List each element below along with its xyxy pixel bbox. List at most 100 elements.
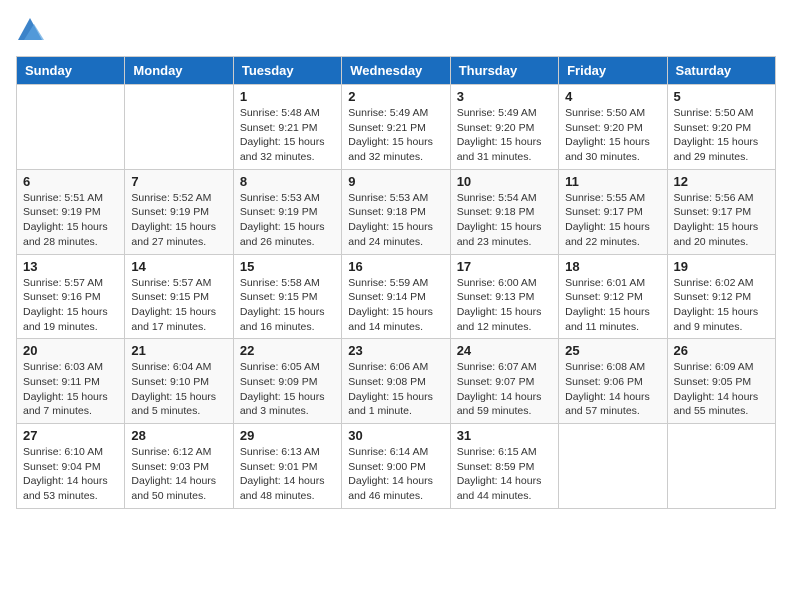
day-info: Sunrise: 6:14 AMSunset: 9:00 PMDaylight:… [348, 445, 443, 504]
calendar-cell: 7 Sunrise: 5:52 AMSunset: 9:19 PMDaylight… [125, 169, 233, 254]
day-info: Sunrise: 5:56 AMSunset: 9:17 PMDaylight:… [674, 191, 769, 250]
day-number: 9 [348, 174, 443, 189]
calendar-cell: 1 Sunrise: 5:48 AMSunset: 9:21 PMDaylight… [233, 85, 341, 170]
calendar-cell: 27 Sunrise: 6:10 AMSunset: 9:04 PMDayligh… [17, 424, 125, 509]
day-number: 18 [565, 259, 660, 274]
calendar-cell: 20Sunrise: 6:03 AMSunset: 9:11 PMDayligh… [17, 339, 125, 424]
calendar-week-row: 1 Sunrise: 5:48 AMSunset: 9:21 PMDaylight… [17, 85, 776, 170]
calendar-cell: 3 Sunrise: 5:49 AMSunset: 9:20 PMDaylight… [450, 85, 558, 170]
calendar-header-monday: Monday [125, 57, 233, 85]
calendar-cell [17, 85, 125, 170]
calendar-cell: 4 Sunrise: 5:50 AMSunset: 9:20 PMDaylight… [559, 85, 667, 170]
calendar-cell: 18 Sunrise: 6:01 AMSunset: 9:12 PMDayligh… [559, 254, 667, 339]
calendar-cell: 5 Sunrise: 5:50 AMSunset: 9:20 PMDaylight… [667, 85, 775, 170]
calendar-cell: 8Sunrise: 5:53 AMSunset: 9:19 PMDaylight… [233, 169, 341, 254]
day-number: 17 [457, 259, 552, 274]
day-number: 7 [131, 174, 226, 189]
day-info: Sunrise: 5:58 AMSunset: 9:15 PMDaylight:… [240, 276, 335, 335]
day-number: 5 [674, 89, 769, 104]
day-info: Sunrise: 6:10 AMSunset: 9:04 PMDaylight:… [23, 445, 118, 504]
calendar-cell: 12 Sunrise: 5:56 AMSunset: 9:17 PMDayligh… [667, 169, 775, 254]
day-number: 22 [240, 343, 335, 358]
day-number: 24 [457, 343, 552, 358]
day-info: Sunrise: 6:15 AMSunset: 8:59 PMDaylight:… [457, 445, 552, 504]
calendar-cell: 29Sunrise: 6:13 AMSunset: 9:01 PMDayligh… [233, 424, 341, 509]
day-number: 28 [131, 428, 226, 443]
day-number: 27 [23, 428, 118, 443]
calendar-header-friday: Friday [559, 57, 667, 85]
day-info: Sunrise: 6:01 AMSunset: 9:12 PMDaylight:… [565, 276, 660, 335]
calendar-cell [667, 424, 775, 509]
calendar-cell: 31 Sunrise: 6:15 AMSunset: 8:59 PMDayligh… [450, 424, 558, 509]
day-info: Sunrise: 6:00 AMSunset: 9:13 PMDaylight:… [457, 276, 552, 335]
day-number: 30 [348, 428, 443, 443]
day-number: 8 [240, 174, 335, 189]
day-number: 10 [457, 174, 552, 189]
day-info: Sunrise: 5:49 AMSunset: 9:20 PMDaylight:… [457, 106, 552, 165]
day-number: 15 [240, 259, 335, 274]
calendar-header-row: SundayMondayTuesdayWednesdayThursdayFrid… [17, 57, 776, 85]
day-info: Sunrise: 6:12 AMSunset: 9:03 PMDaylight:… [131, 445, 226, 504]
calendar-cell: 30 Sunrise: 6:14 AMSunset: 9:00 PMDayligh… [342, 424, 450, 509]
day-info: Sunrise: 6:09 AMSunset: 9:05 PMDaylight:… [674, 360, 769, 419]
calendar-cell: 23 Sunrise: 6:06 AMSunset: 9:08 PMDayligh… [342, 339, 450, 424]
day-number: 6 [23, 174, 118, 189]
calendar-cell: 17 Sunrise: 6:00 AMSunset: 9:13 PMDayligh… [450, 254, 558, 339]
day-number: 4 [565, 89, 660, 104]
logo-icon [16, 16, 44, 44]
day-info: Sunrise: 5:59 AMSunset: 9:14 PMDaylight:… [348, 276, 443, 335]
day-info: Sunrise: 6:03 AMSunset: 9:11 PMDaylight:… [23, 360, 118, 419]
calendar-cell: 15 Sunrise: 5:58 AMSunset: 9:15 PMDayligh… [233, 254, 341, 339]
calendar-header-wednesday: Wednesday [342, 57, 450, 85]
calendar-header-sunday: Sunday [17, 57, 125, 85]
day-number: 25 [565, 343, 660, 358]
calendar-cell: 19 Sunrise: 6:02 AMSunset: 9:12 PMDayligh… [667, 254, 775, 339]
day-number: 31 [457, 428, 552, 443]
day-number: 23 [348, 343, 443, 358]
logo [16, 16, 48, 44]
calendar-cell: 26 Sunrise: 6:09 AMSunset: 9:05 PMDayligh… [667, 339, 775, 424]
calendar-cell [559, 424, 667, 509]
day-info: Sunrise: 5:53 AMSunset: 9:18 PMDaylight:… [348, 191, 443, 250]
calendar-cell: 22Sunrise: 6:05 AMSunset: 9:09 PMDayligh… [233, 339, 341, 424]
day-info: Sunrise: 5:54 AMSunset: 9:18 PMDaylight:… [457, 191, 552, 250]
day-number: 19 [674, 259, 769, 274]
calendar-cell: 14Sunrise: 5:57 AMSunset: 9:15 PMDayligh… [125, 254, 233, 339]
day-info: Sunrise: 5:51 AMSunset: 9:19 PMDaylight:… [23, 191, 118, 250]
day-info: Sunrise: 5:48 AMSunset: 9:21 PMDaylight:… [240, 106, 335, 165]
calendar-header-saturday: Saturday [667, 57, 775, 85]
calendar-table: SundayMondayTuesdayWednesdayThursdayFrid… [16, 56, 776, 509]
calendar-week-row: 6 Sunrise: 5:51 AMSunset: 9:19 PMDaylight… [17, 169, 776, 254]
calendar-cell: 28 Sunrise: 6:12 AMSunset: 9:03 PMDayligh… [125, 424, 233, 509]
day-info: Sunrise: 5:50 AMSunset: 9:20 PMDaylight:… [674, 106, 769, 165]
day-number: 1 [240, 89, 335, 104]
calendar-cell: 2Sunrise: 5:49 AMSunset: 9:21 PMDaylight… [342, 85, 450, 170]
calendar-week-row: 27 Sunrise: 6:10 AMSunset: 9:04 PMDayligh… [17, 424, 776, 509]
day-info: Sunrise: 6:06 AMSunset: 9:08 PMDaylight:… [348, 360, 443, 419]
calendar-header-tuesday: Tuesday [233, 57, 341, 85]
calendar-cell: 24 Sunrise: 6:07 AMSunset: 9:07 PMDayligh… [450, 339, 558, 424]
day-info: Sunrise: 5:52 AMSunset: 9:19 PMDaylight:… [131, 191, 226, 250]
calendar-week-row: 13 Sunrise: 5:57 AMSunset: 9:16 PMDayligh… [17, 254, 776, 339]
calendar-cell: 6 Sunrise: 5:51 AMSunset: 9:19 PMDaylight… [17, 169, 125, 254]
page-header [16, 16, 776, 44]
calendar-cell: 25Sunrise: 6:08 AMSunset: 9:06 PMDayligh… [559, 339, 667, 424]
day-info: Sunrise: 5:55 AMSunset: 9:17 PMDaylight:… [565, 191, 660, 250]
day-number: 16 [348, 259, 443, 274]
day-number: 3 [457, 89, 552, 104]
day-info: Sunrise: 5:57 AMSunset: 9:16 PMDaylight:… [23, 276, 118, 335]
calendar-header-thursday: Thursday [450, 57, 558, 85]
calendar-cell: 9 Sunrise: 5:53 AMSunset: 9:18 PMDaylight… [342, 169, 450, 254]
day-info: Sunrise: 6:13 AMSunset: 9:01 PMDaylight:… [240, 445, 335, 504]
day-number: 13 [23, 259, 118, 274]
day-info: Sunrise: 5:49 AMSunset: 9:21 PMDaylight:… [348, 106, 443, 165]
day-info: Sunrise: 6:07 AMSunset: 9:07 PMDaylight:… [457, 360, 552, 419]
day-number: 26 [674, 343, 769, 358]
calendar-cell: 16 Sunrise: 5:59 AMSunset: 9:14 PMDayligh… [342, 254, 450, 339]
day-info: Sunrise: 6:02 AMSunset: 9:12 PMDaylight:… [674, 276, 769, 335]
day-info: Sunrise: 5:57 AMSunset: 9:15 PMDaylight:… [131, 276, 226, 335]
calendar-week-row: 20Sunrise: 6:03 AMSunset: 9:11 PMDayligh… [17, 339, 776, 424]
day-info: Sunrise: 5:50 AMSunset: 9:20 PMDaylight:… [565, 106, 660, 165]
day-number: 12 [674, 174, 769, 189]
day-number: 11 [565, 174, 660, 189]
